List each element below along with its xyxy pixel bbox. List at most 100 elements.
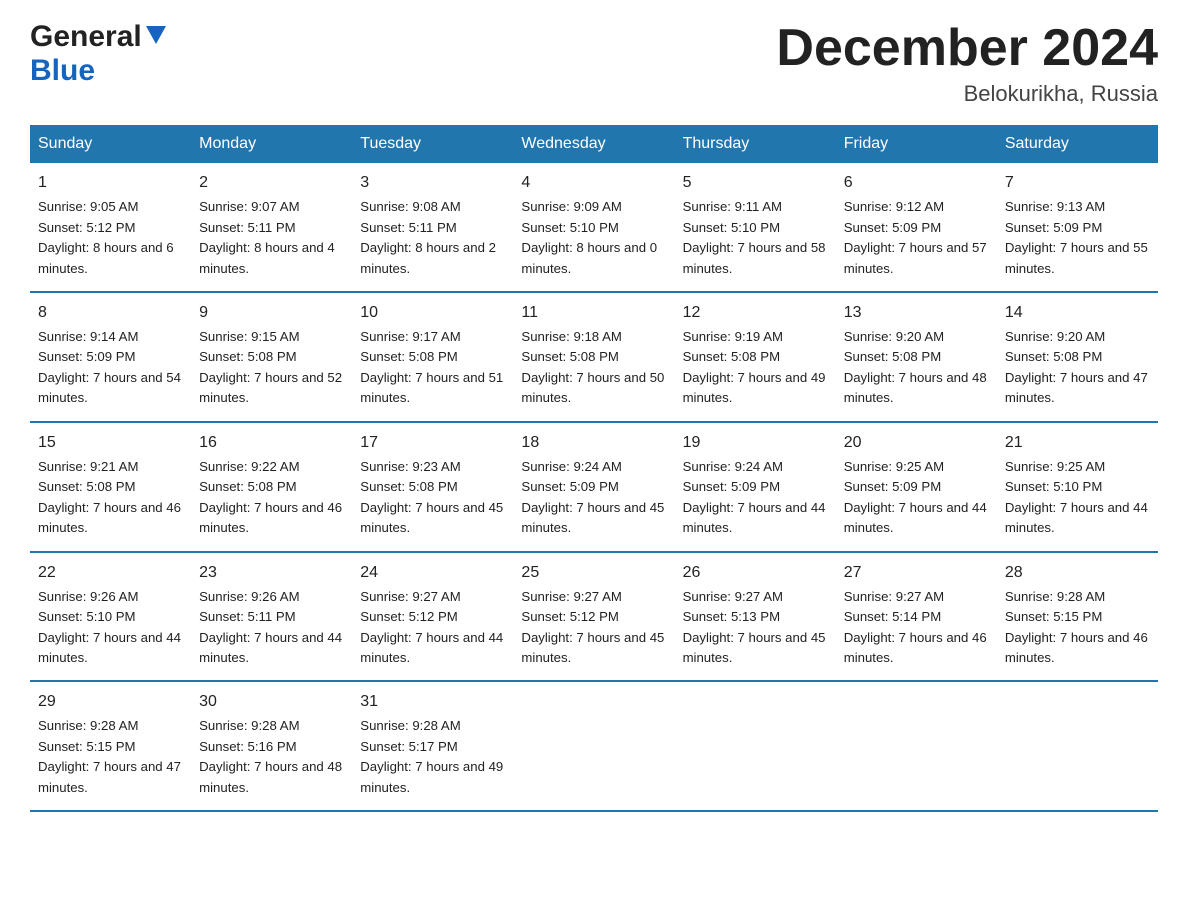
calendar-cell: 1 Sunrise: 9:05 AMSunset: 5:12 PMDayligh… [30,163,191,292]
calendar-cell: 27 Sunrise: 9:27 AMSunset: 5:14 PMDaylig… [836,552,997,682]
header-row: Sunday Monday Tuesday Wednesday Thursday… [30,125,1158,163]
calendar-cell [675,681,836,811]
calendar-week-row: 22 Sunrise: 9:26 AMSunset: 5:10 PMDaylig… [30,552,1158,682]
day-number: 12 [683,301,828,325]
day-number: 13 [844,301,989,325]
day-info: Sunrise: 9:19 AMSunset: 5:08 PMDaylight:… [683,329,826,405]
title-section: December 2024 Belokurikha, Russia [776,20,1158,107]
day-number: 9 [199,301,344,325]
day-info: Sunrise: 9:28 AMSunset: 5:16 PMDaylight:… [199,718,342,794]
page-header: General Blue December 2024 Belokurikha, … [30,20,1158,107]
logo: General Blue [30,20,166,88]
calendar-cell: 16 Sunrise: 9:22 AMSunset: 5:08 PMDaylig… [191,422,352,552]
day-number: 8 [38,301,183,325]
calendar-week-row: 8 Sunrise: 9:14 AMSunset: 5:09 PMDayligh… [30,292,1158,422]
calendar-cell [836,681,997,811]
day-info: Sunrise: 9:24 AMSunset: 5:09 PMDaylight:… [521,459,664,535]
col-tuesday: Tuesday [352,125,513,163]
calendar-cell: 15 Sunrise: 9:21 AMSunset: 5:08 PMDaylig… [30,422,191,552]
day-number: 1 [38,171,183,195]
calendar-cell: 28 Sunrise: 9:28 AMSunset: 5:15 PMDaylig… [997,552,1158,682]
day-number: 2 [199,171,344,195]
calendar-cell: 23 Sunrise: 9:26 AMSunset: 5:11 PMDaylig… [191,552,352,682]
day-info: Sunrise: 9:23 AMSunset: 5:08 PMDaylight:… [360,459,503,535]
day-info: Sunrise: 9:20 AMSunset: 5:08 PMDaylight:… [844,329,987,405]
month-title: December 2024 [776,20,1158,77]
calendar-week-row: 1 Sunrise: 9:05 AMSunset: 5:12 PMDayligh… [30,163,1158,292]
calendar-cell: 21 Sunrise: 9:25 AMSunset: 5:10 PMDaylig… [997,422,1158,552]
day-info: Sunrise: 9:22 AMSunset: 5:08 PMDaylight:… [199,459,342,535]
day-number: 6 [844,171,989,195]
calendar-cell: 10 Sunrise: 9:17 AMSunset: 5:08 PMDaylig… [352,292,513,422]
calendar-cell: 26 Sunrise: 9:27 AMSunset: 5:13 PMDaylig… [675,552,836,682]
day-info: Sunrise: 9:09 AMSunset: 5:10 PMDaylight:… [521,199,657,275]
logo-blue-text: Blue [30,54,95,87]
day-number: 16 [199,431,344,455]
day-info: Sunrise: 9:25 AMSunset: 5:10 PMDaylight:… [1005,459,1148,535]
day-info: Sunrise: 9:26 AMSunset: 5:10 PMDaylight:… [38,589,181,665]
day-info: Sunrise: 9:27 AMSunset: 5:12 PMDaylight:… [360,589,503,665]
day-number: 19 [683,431,828,455]
day-info: Sunrise: 9:25 AMSunset: 5:09 PMDaylight:… [844,459,987,535]
day-info: Sunrise: 9:14 AMSunset: 5:09 PMDaylight:… [38,329,181,405]
col-friday: Friday [836,125,997,163]
day-info: Sunrise: 9:27 AMSunset: 5:13 PMDaylight:… [683,589,826,665]
day-number: 15 [38,431,183,455]
location-subtitle: Belokurikha, Russia [776,81,1158,107]
calendar-cell: 19 Sunrise: 9:24 AMSunset: 5:09 PMDaylig… [675,422,836,552]
day-number: 4 [521,171,666,195]
calendar-cell: 4 Sunrise: 9:09 AMSunset: 5:10 PMDayligh… [513,163,674,292]
day-info: Sunrise: 9:28 AMSunset: 5:17 PMDaylight:… [360,718,503,794]
day-number: 3 [360,171,505,195]
calendar-cell: 13 Sunrise: 9:20 AMSunset: 5:08 PMDaylig… [836,292,997,422]
day-number: 25 [521,561,666,585]
day-number: 28 [1005,561,1150,585]
calendar-cell: 29 Sunrise: 9:28 AMSunset: 5:15 PMDaylig… [30,681,191,811]
day-info: Sunrise: 9:24 AMSunset: 5:09 PMDaylight:… [683,459,826,535]
day-number: 18 [521,431,666,455]
calendar-cell: 12 Sunrise: 9:19 AMSunset: 5:08 PMDaylig… [675,292,836,422]
logo-general-text: General [30,20,142,54]
day-info: Sunrise: 9:05 AMSunset: 5:12 PMDaylight:… [38,199,174,275]
calendar-cell [997,681,1158,811]
calendar-cell [513,681,674,811]
calendar-cell: 7 Sunrise: 9:13 AMSunset: 5:09 PMDayligh… [997,163,1158,292]
day-info: Sunrise: 9:20 AMSunset: 5:08 PMDaylight:… [1005,329,1148,405]
day-number: 22 [38,561,183,585]
day-number: 17 [360,431,505,455]
day-number: 31 [360,690,505,714]
col-monday: Monday [191,125,352,163]
calendar-cell: 31 Sunrise: 9:28 AMSunset: 5:17 PMDaylig… [352,681,513,811]
calendar-cell: 6 Sunrise: 9:12 AMSunset: 5:09 PMDayligh… [836,163,997,292]
calendar-header: Sunday Monday Tuesday Wednesday Thursday… [30,125,1158,163]
calendar-cell: 14 Sunrise: 9:20 AMSunset: 5:08 PMDaylig… [997,292,1158,422]
calendar-cell: 22 Sunrise: 9:26 AMSunset: 5:10 PMDaylig… [30,552,191,682]
day-number: 23 [199,561,344,585]
day-number: 14 [1005,301,1150,325]
calendar-cell: 30 Sunrise: 9:28 AMSunset: 5:16 PMDaylig… [191,681,352,811]
logo-triangle-icon [146,26,166,49]
calendar-cell: 11 Sunrise: 9:18 AMSunset: 5:08 PMDaylig… [513,292,674,422]
day-number: 5 [683,171,828,195]
day-number: 7 [1005,171,1150,195]
day-info: Sunrise: 9:21 AMSunset: 5:08 PMDaylight:… [38,459,181,535]
day-info: Sunrise: 9:26 AMSunset: 5:11 PMDaylight:… [199,589,342,665]
day-info: Sunrise: 9:27 AMSunset: 5:14 PMDaylight:… [844,589,987,665]
day-number: 20 [844,431,989,455]
day-info: Sunrise: 9:28 AMSunset: 5:15 PMDaylight:… [1005,589,1148,665]
calendar-week-row: 15 Sunrise: 9:21 AMSunset: 5:08 PMDaylig… [30,422,1158,552]
calendar-cell: 17 Sunrise: 9:23 AMSunset: 5:08 PMDaylig… [352,422,513,552]
day-info: Sunrise: 9:12 AMSunset: 5:09 PMDaylight:… [844,199,987,275]
day-info: Sunrise: 9:15 AMSunset: 5:08 PMDaylight:… [199,329,342,405]
calendar-week-row: 29 Sunrise: 9:28 AMSunset: 5:15 PMDaylig… [30,681,1158,811]
day-number: 10 [360,301,505,325]
day-number: 11 [521,301,666,325]
day-number: 21 [1005,431,1150,455]
col-saturday: Saturday [997,125,1158,163]
calendar-cell: 5 Sunrise: 9:11 AMSunset: 5:10 PMDayligh… [675,163,836,292]
calendar-cell: 25 Sunrise: 9:27 AMSunset: 5:12 PMDaylig… [513,552,674,682]
day-info: Sunrise: 9:07 AMSunset: 5:11 PMDaylight:… [199,199,335,275]
calendar-body: 1 Sunrise: 9:05 AMSunset: 5:12 PMDayligh… [30,163,1158,811]
day-info: Sunrise: 9:18 AMSunset: 5:08 PMDaylight:… [521,329,664,405]
calendar-cell: 24 Sunrise: 9:27 AMSunset: 5:12 PMDaylig… [352,552,513,682]
